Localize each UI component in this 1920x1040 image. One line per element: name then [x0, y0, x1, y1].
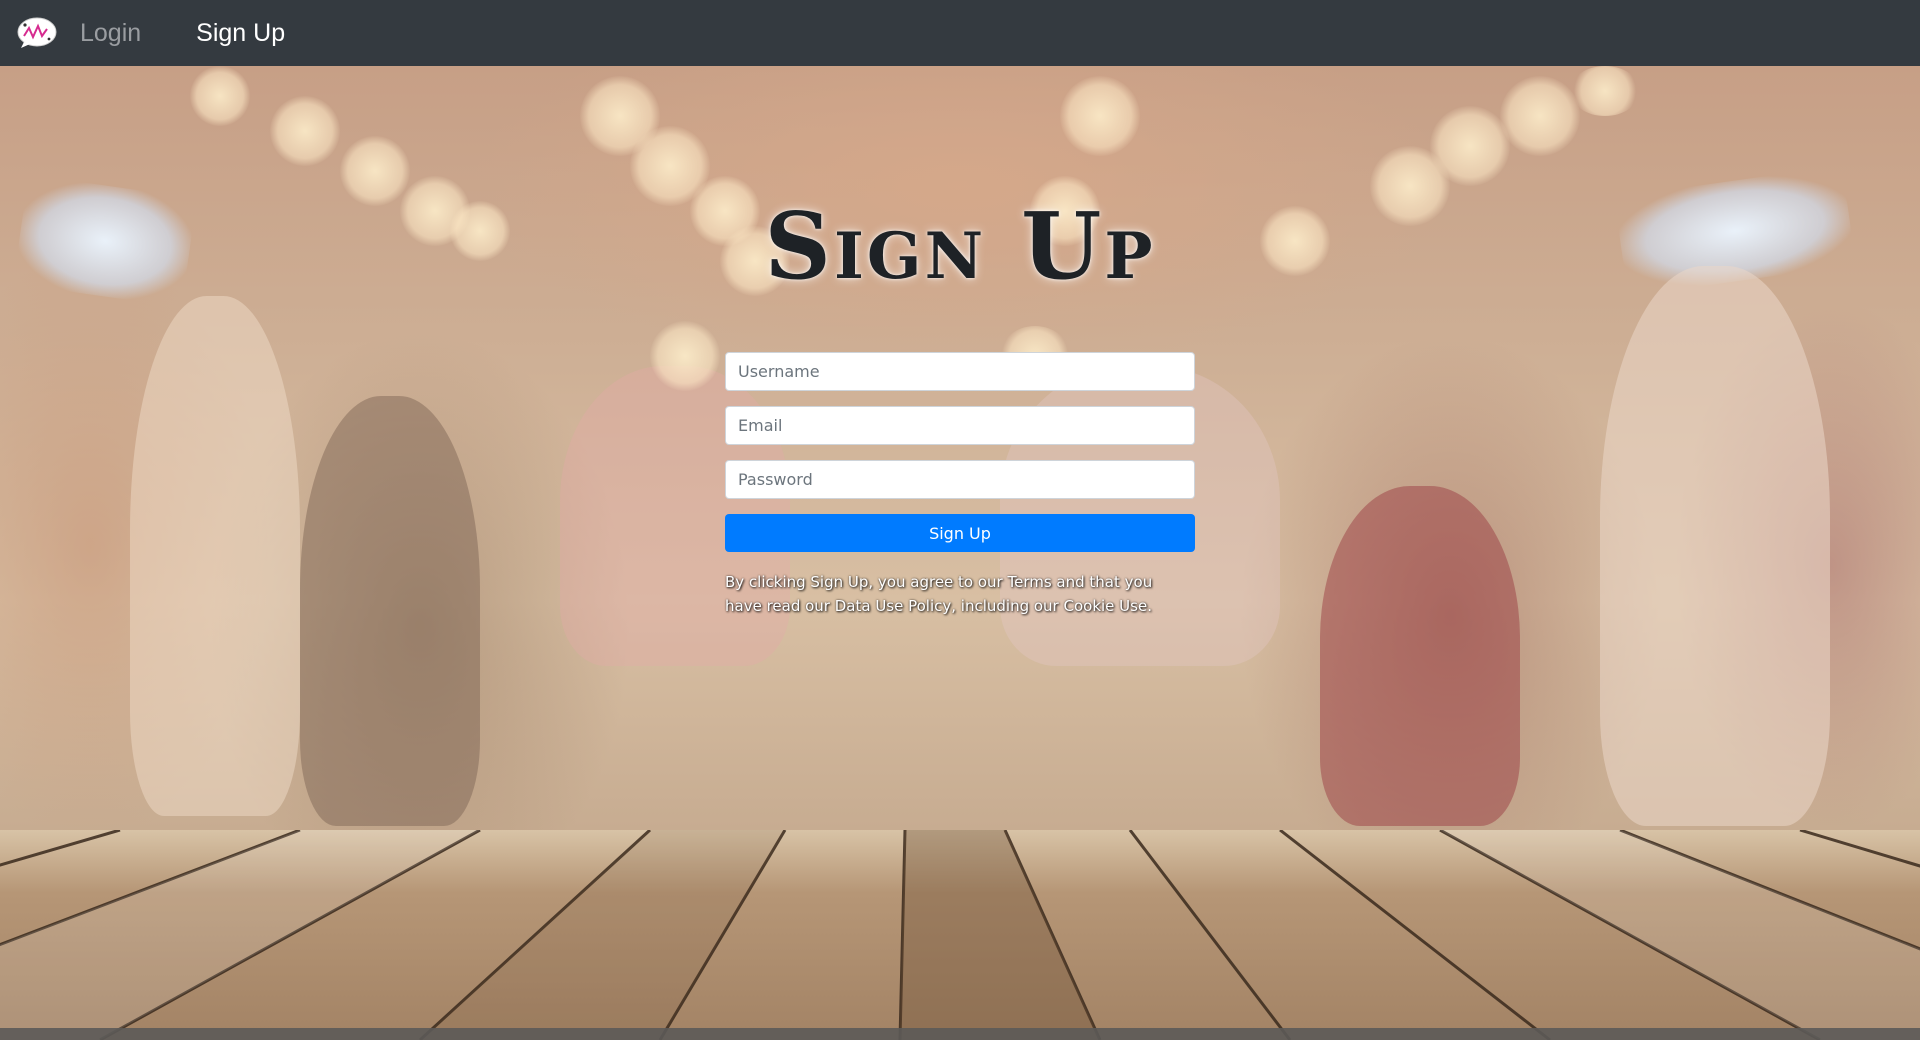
page-title: Sign Up: [764, 192, 1156, 300]
blurred-shelf: [130, 296, 300, 816]
nav-login-link[interactable]: Login: [80, 19, 141, 48]
password-input[interactable]: [725, 460, 1195, 499]
email-input[interactable]: [725, 406, 1195, 445]
bokeh-light: [1570, 66, 1640, 116]
bokeh-light: [650, 321, 720, 391]
floor-edge: [0, 1028, 1920, 1040]
wooden-floor: [0, 830, 1920, 1040]
bokeh-light: [270, 96, 340, 166]
terms-text: By clicking Sign Up, you agree to our Te…: [725, 573, 1153, 615]
blurred-shelf: [1600, 266, 1830, 826]
speech-bubble-logo-icon[interactable]: [16, 16, 58, 50]
blurred-figure: [300, 396, 480, 826]
username-input[interactable]: [725, 352, 1195, 391]
signup-form: Sign Up By clicking Sign Up, you agree t…: [725, 352, 1195, 618]
blurred-figure: [1320, 486, 1520, 826]
bokeh-light: [190, 66, 250, 126]
nav-signup-link[interactable]: Sign Up: [196, 19, 285, 48]
bokeh-light: [1060, 76, 1140, 156]
bokeh-light: [1430, 106, 1510, 186]
signup-button[interactable]: Sign Up: [725, 514, 1195, 552]
top-navbar: Login Sign Up: [0, 0, 1920, 66]
bokeh-light: [1500, 76, 1580, 156]
